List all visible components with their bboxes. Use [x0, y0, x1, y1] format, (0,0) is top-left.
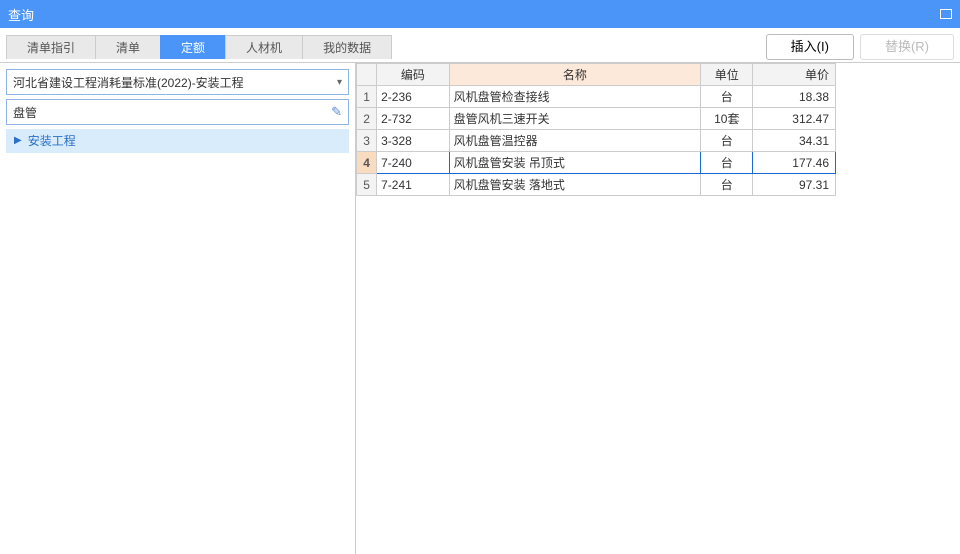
header-unit[interactable]: 单位 — [701, 64, 753, 86]
replace-button: 替换(R) — [860, 34, 954, 60]
cell-unit[interactable]: 台 — [701, 86, 753, 108]
tab-4[interactable]: 我的数据 — [302, 35, 392, 59]
cell-unit[interactable]: 台 — [701, 174, 753, 196]
result-table: 编码 名称 单位 单价 12-236风机盘管检查接线台18.3822-732盘管… — [356, 63, 836, 196]
cell-code[interactable]: 2-236 — [377, 86, 449, 108]
table-row[interactable]: 33-328风机盘管温控器台34.31 — [357, 130, 836, 152]
standard-value: 河北省建设工程消耗量标准(2022)-安装工程 — [13, 74, 337, 91]
row-number: 5 — [357, 174, 377, 196]
cell-name[interactable]: 风机盘管安装 落地式 — [449, 174, 701, 196]
corner-cell — [357, 64, 377, 86]
standard-dropdown[interactable]: 河北省建设工程消耗量标准(2022)-安装工程 ▾ — [6, 69, 349, 95]
row-number: 1 — [357, 86, 377, 108]
cell-name[interactable]: 风机盘管温控器 — [449, 130, 701, 152]
search-action-icon[interactable]: ✎ — [331, 104, 342, 120]
table-row[interactable]: 22-732盘管风机三速开关10套312.47 — [357, 108, 836, 130]
tab-2[interactable]: 定额 — [160, 35, 226, 59]
cell-code[interactable]: 7-240 — [377, 152, 449, 174]
header-code[interactable]: 编码 — [377, 64, 449, 86]
table-row[interactable]: 47-240风机盘管安装 吊顶式台177.46 — [357, 152, 836, 174]
tree-item-label: 安装工程 — [28, 129, 76, 153]
cell-unit[interactable]: 台 — [701, 152, 753, 174]
left-panel: 河北省建设工程消耗量标准(2022)-安装工程 ▾ 盘管 ✎ ▶ 安装工程 — [0, 63, 356, 554]
cell-name[interactable]: 风机盘管安装 吊顶式 — [449, 152, 701, 174]
titlebar: 查询 — [0, 0, 960, 28]
result-panel: 编码 名称 单位 单价 12-236风机盘管检查接线台18.3822-732盘管… — [356, 63, 960, 554]
header-name[interactable]: 名称 — [449, 64, 701, 86]
tree-item-install[interactable]: ▶ 安装工程 — [6, 129, 349, 153]
cell-unit[interactable]: 台 — [701, 130, 753, 152]
search-value: 盘管 — [13, 104, 331, 121]
insert-button[interactable]: 插入(I) — [766, 34, 854, 60]
window-title: 查询 — [8, 5, 34, 24]
tree-expand-icon: ▶ — [14, 129, 22, 153]
search-input[interactable]: 盘管 ✎ — [6, 99, 349, 125]
toolbar: 清单指引清单定额人材机我的数据 插入(I) 替换(R) — [0, 28, 960, 62]
cell-code[interactable]: 7-241 — [377, 174, 449, 196]
cell-code[interactable]: 2-732 — [377, 108, 449, 130]
table-row[interactable]: 57-241风机盘管安装 落地式台97.31 — [357, 174, 836, 196]
maximize-icon[interactable] — [940, 9, 952, 19]
cell-price[interactable]: 18.38 — [753, 86, 836, 108]
category-tree: ▶ 安装工程 — [6, 129, 349, 153]
header-price[interactable]: 单价 — [753, 64, 836, 86]
row-number: 4 — [357, 152, 377, 174]
cell-price[interactable]: 97.31 — [753, 174, 836, 196]
tab-3[interactable]: 人材机 — [225, 35, 303, 59]
tab-0[interactable]: 清单指引 — [6, 35, 96, 59]
cell-code[interactable]: 3-328 — [377, 130, 449, 152]
table-row[interactable]: 12-236风机盘管检查接线台18.38 — [357, 86, 836, 108]
cell-name[interactable]: 风机盘管检查接线 — [449, 86, 701, 108]
chevron-down-icon: ▾ — [337, 77, 342, 88]
cell-price[interactable]: 34.31 — [753, 130, 836, 152]
cell-unit[interactable]: 10套 — [701, 108, 753, 130]
row-number: 2 — [357, 108, 377, 130]
cell-price[interactable]: 177.46 — [753, 152, 836, 174]
tabbar: 清单指引清单定额人材机我的数据 — [6, 35, 392, 59]
cell-price[interactable]: 312.47 — [753, 108, 836, 130]
cell-name[interactable]: 盘管风机三速开关 — [449, 108, 701, 130]
tab-1[interactable]: 清单 — [95, 35, 161, 59]
row-number: 3 — [357, 130, 377, 152]
